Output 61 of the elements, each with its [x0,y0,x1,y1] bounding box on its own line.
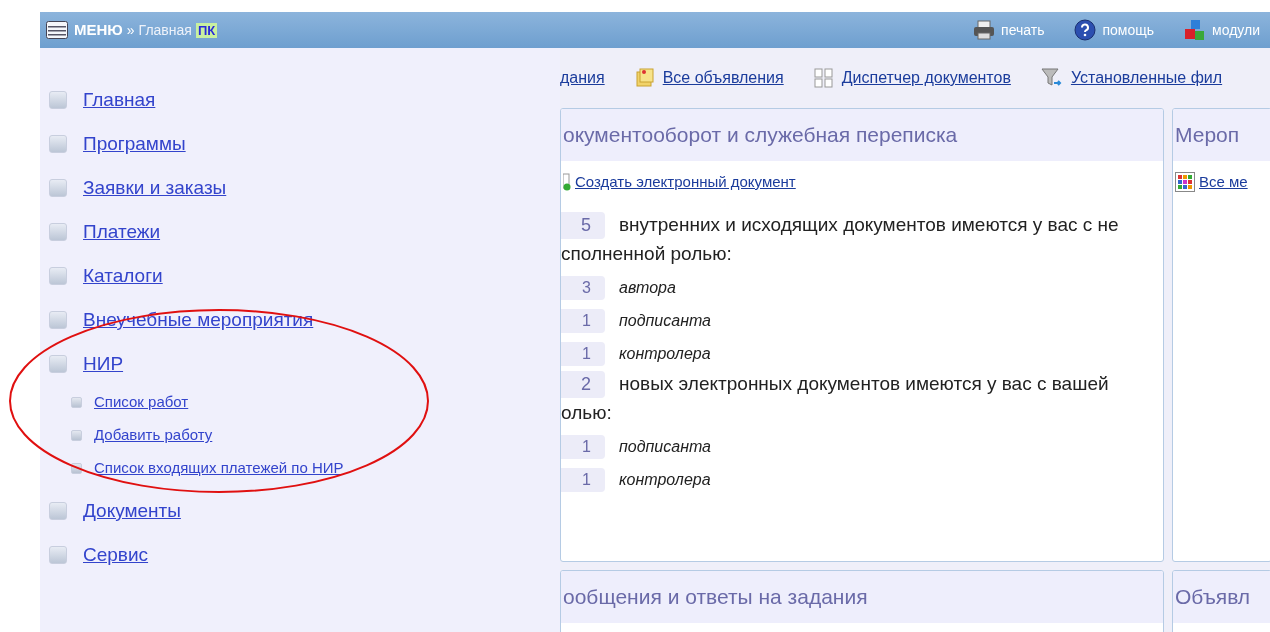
role-label: автора [619,278,676,298]
count-badge: 2 [561,371,605,398]
panel-link[interactable]: Создать электронный документ [575,171,796,194]
menu-link[interactable]: Документы [83,496,181,526]
count-badge: 1 [561,309,605,333]
menu-icon [46,21,68,39]
count-badge: 5 [561,212,605,239]
document-add-icon [563,173,571,192]
menu-link[interactable]: Заявки и заказы [83,173,227,203]
bullet-icon [49,267,67,285]
count-badge: 1 [561,468,605,492]
role-label: контролера [619,344,711,364]
menu-link[interactable]: НИР [83,349,124,379]
menu-link[interactable]: Главная [83,85,156,115]
bullet-icon [71,397,82,408]
menu-link[interactable]: Каталоги [83,261,163,291]
menu-link[interactable]: Платежи [83,217,161,247]
role-label: подписанта [619,437,711,457]
panel-link[interactable]: Все ме [1199,171,1248,194]
menu-link[interactable]: Программы [83,129,186,159]
stat-text: новых электронных документов имеются у вас с вашей [619,372,1109,397]
filter-icon [1040,67,1063,89]
stat-text: олью: [561,400,612,425]
submenu-link[interactable]: Список входящих платежей по НИР [94,457,344,480]
toolbar-link[interactable]: Установленные фил [1070,66,1223,90]
bullet-icon [49,502,67,520]
toolbar-link[interactable]: Диспетчер документов [841,66,1011,90]
bullet-icon [71,430,82,441]
notes-icon [634,68,655,88]
count-badge: 3 [561,276,605,300]
bullet-icon [49,546,67,564]
toolbar-link[interactable]: дания [560,66,605,90]
breadcrumb-separator: » [126,20,135,40]
help-icon [1074,19,1097,41]
documents-icon [813,68,834,88]
bullet-icon [49,223,67,241]
menu-link[interactable]: Сервис [83,540,149,570]
panel-title: ообщения и ответы на задания [562,584,868,611]
breadcrumb: Главная [138,20,192,40]
submenu-link[interactable]: Добавить работу [94,424,213,447]
count-badge: 1 [561,342,605,366]
panel-title: окументооборот и служебная переписка [562,122,958,149]
grid-icon [1175,172,1195,193]
panel-title: Объявл [1174,584,1251,611]
blocks-icon [1184,19,1207,41]
panel-title: Мероп [1174,122,1240,149]
stat-text: внутренних и исходящих документов имеются у вас с не [619,213,1119,238]
mode-badge: ПК [195,22,218,38]
submenu-link[interactable]: Список работ [94,391,189,414]
bullet-icon [49,135,67,153]
printer-icon [973,20,996,40]
bullet-icon [49,311,67,329]
toolbar-link[interactable]: Все объявления [662,66,784,90]
bullet-icon [49,179,67,197]
bullet-icon [49,355,67,373]
count-badge: 1 [561,435,605,459]
bullet-icon [71,463,82,474]
role-label: контролера [619,470,711,490]
role-label: подписанта [619,311,711,331]
stat-text: сполненной ролью: [561,241,732,266]
bullet-icon [49,91,67,109]
